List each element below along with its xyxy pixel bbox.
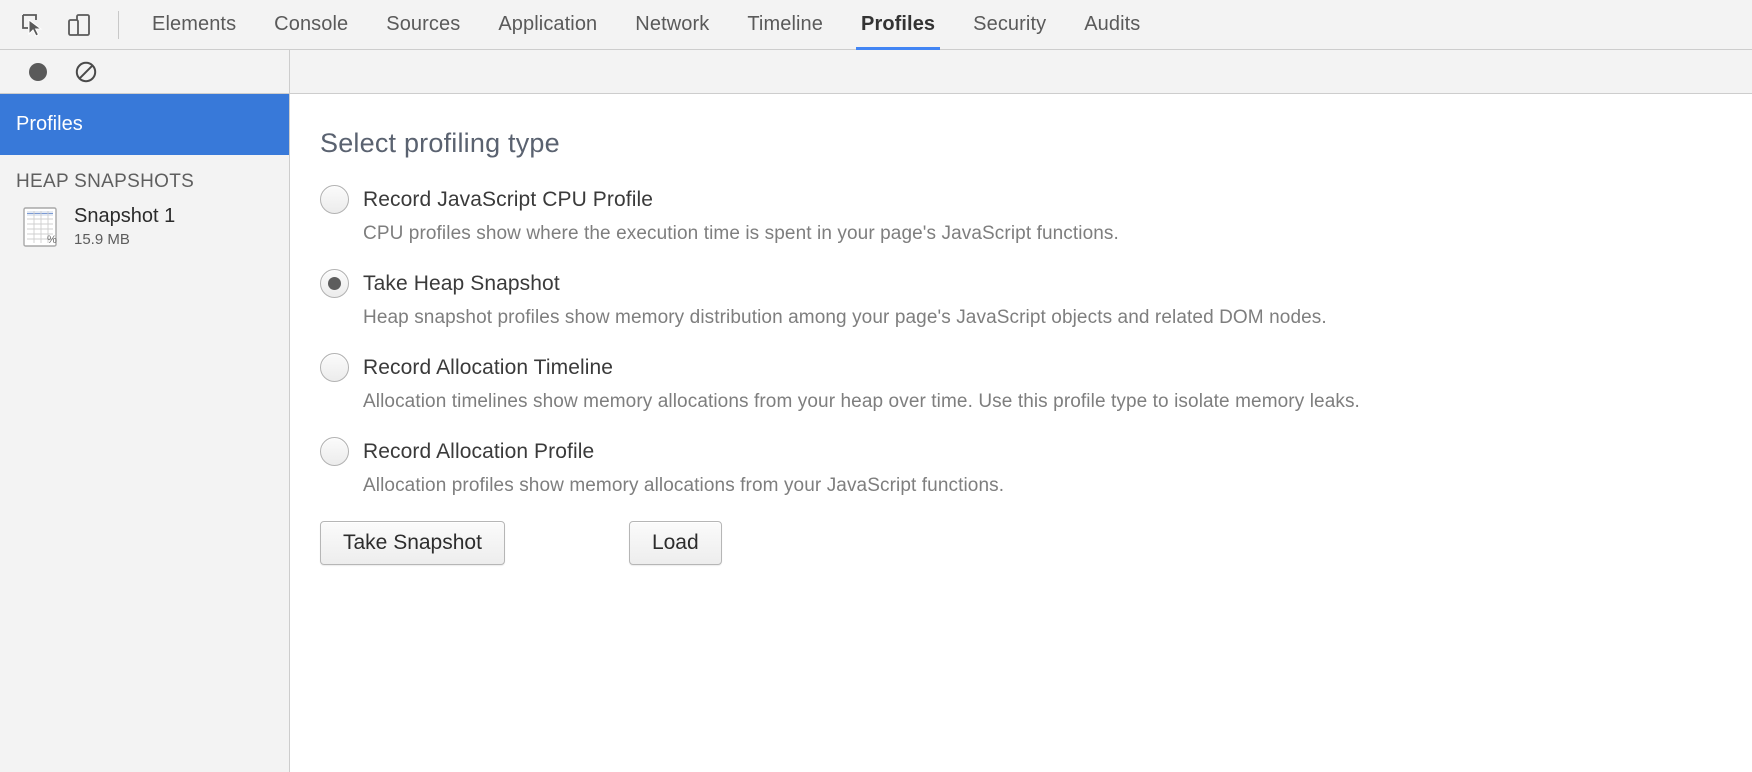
tab-sources[interactable]: Sources — [367, 0, 479, 50]
list-item[interactable]: % Snapshot 1 15.9 MB — [0, 199, 289, 255]
tab-profiles[interactable]: Profiles — [842, 0, 954, 50]
option-description-heap-snapshot: Heap snapshot profiles show memory distr… — [363, 307, 1327, 328]
devtools-window: Elements Console Sources Application Net… — [0, 0, 1752, 772]
profile-type-option-cpu-profile[interactable]: Record JavaScript CPU Profile — [320, 185, 1752, 214]
take-snapshot-button[interactable]: Take Snapshot — [320, 521, 505, 565]
profile-type-option-allocation-timeline[interactable]: Record Allocation Timeline — [320, 353, 1752, 382]
tab-label: Profiles — [861, 13, 936, 35]
option-label: Record Allocation Profile — [363, 439, 595, 463]
profiles-body: Profiles HEAP SNAPSHOTS % Snapshot 1 15.… — [0, 94, 1752, 772]
radio-button-cpu-profile[interactable] — [320, 185, 349, 214]
tab-audits[interactable]: Audits — [1065, 0, 1159, 50]
profile-type-option-heap-snapshot[interactable]: Take Heap Snapshot — [320, 269, 1752, 298]
tab-label: Network — [635, 13, 710, 35]
devtools-tabbar: Elements Console Sources Application Net… — [0, 0, 1752, 50]
tab-security[interactable]: Security — [954, 0, 1065, 50]
option-label: Record Allocation Timeline — [363, 355, 614, 379]
tab-console[interactable]: Console — [255, 0, 367, 50]
panel-tabs: Elements Console Sources Application Net… — [133, 0, 1159, 50]
profiles-sidebar: Profiles HEAP SNAPSHOTS % Snapshot 1 15.… — [0, 94, 290, 772]
snapshot-text: Snapshot 1 15.9 MB — [74, 205, 175, 248]
toolbar-divider — [118, 10, 119, 39]
option-label: Take Heap Snapshot — [363, 271, 560, 295]
radio-button-allocation-timeline[interactable] — [320, 353, 349, 382]
tab-label: Console — [274, 13, 349, 35]
tab-label: Sources — [386, 13, 461, 35]
tab-label: Application — [498, 13, 598, 35]
tab-label: Elements — [152, 13, 237, 35]
svg-text:%: % — [47, 234, 57, 246]
toggle-device-toolbar-icon[interactable] — [56, 2, 102, 48]
option-description-allocation-timeline: Allocation timelines show memory allocat… — [363, 391, 1360, 412]
profile-type-option-allocation-profile[interactable]: Record Allocation Profile — [320, 437, 1752, 466]
sidebar-item-profiles[interactable]: Profiles — [0, 94, 289, 155]
clear-all-profiles-icon[interactable] — [62, 51, 110, 93]
tab-label: Audits — [1084, 13, 1141, 35]
option-label: Record JavaScript CPU Profile — [363, 187, 653, 211]
option-description-allocation-profile: Allocation profiles show memory allocati… — [363, 475, 1005, 496]
radio-button-allocation-profile[interactable] — [320, 437, 349, 466]
record-circle-icon[interactable] — [14, 51, 62, 93]
snapshot-title: Snapshot 1 — [74, 205, 176, 228]
tab-network[interactable]: Network — [616, 0, 728, 50]
launcher-buttons: Take Snapshot Load — [320, 521, 1752, 565]
sidebar-section-heap-snapshots: HEAP SNAPSHOTS — [0, 155, 289, 199]
tab-timeline[interactable]: Timeline — [728, 0, 842, 50]
profiles-toolbar-right — [290, 50, 1752, 93]
load-button[interactable]: Load — [628, 521, 722, 565]
tab-label: Security — [973, 13, 1047, 35]
profile-launcher-view: Select profiling type Record JavaScript … — [290, 94, 1752, 772]
profiles-toolbar — [0, 50, 1752, 94]
sidebar-section-label: HEAP SNAPSHOTS — [16, 171, 195, 192]
radio-button-heap-snapshot[interactable] — [320, 269, 349, 298]
snapshot-size: 15.9 MB — [74, 230, 130, 248]
tab-label: Timeline — [747, 13, 823, 35]
heap-snapshot-icon: % — [20, 205, 60, 249]
tab-application[interactable]: Application — [479, 0, 616, 50]
profiles-toolbar-left — [0, 50, 290, 93]
page-title: Select profiling type — [320, 128, 560, 158]
tab-elements[interactable]: Elements — [133, 0, 255, 50]
sidebar-item-label: Profiles — [16, 113, 83, 135]
option-description-cpu-profile: CPU profiles show where the execution ti… — [363, 223, 1119, 244]
inspect-element-cursor-icon[interactable] — [10, 2, 56, 48]
